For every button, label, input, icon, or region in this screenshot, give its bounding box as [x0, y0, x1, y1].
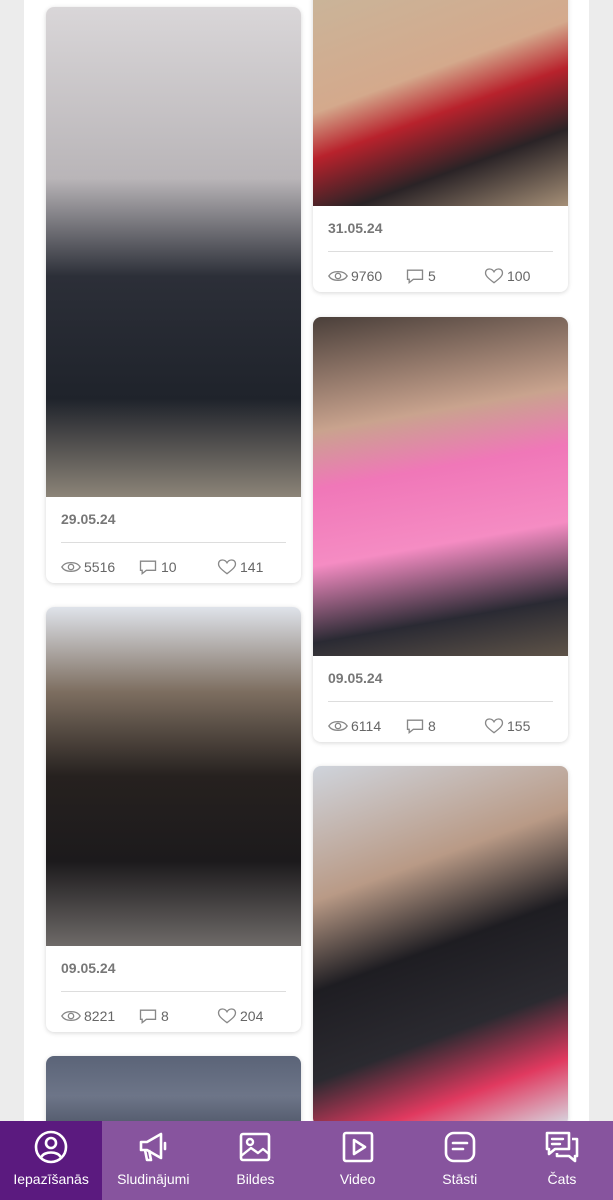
comments-stat[interactable]: 5	[405, 267, 436, 285]
likes-count: 204	[240, 1008, 264, 1024]
divider	[61, 991, 286, 992]
divider	[328, 701, 553, 702]
nav-item-chat[interactable]: Čats	[511, 1121, 613, 1200]
nav-item-stories[interactable]: Stāsti	[409, 1121, 511, 1200]
megaphone-icon	[139, 1132, 167, 1162]
photo-thumbnail[interactable]	[46, 7, 301, 497]
eye-icon	[61, 561, 81, 573]
post-date: 29.05.24	[61, 511, 116, 527]
views-stat: 8221	[61, 1007, 115, 1025]
stories-icon	[444, 1131, 476, 1163]
post-date: 31.05.24	[328, 220, 383, 236]
comments-count: 5	[428, 268, 436, 284]
likes-stat[interactable]: 100	[484, 267, 530, 285]
comments-stat[interactable]: 10	[138, 558, 177, 576]
comment-icon	[139, 1009, 157, 1025]
nav-label: Bildes	[236, 1171, 275, 1187]
bottom-navigation: Iepazīšanās Sludinājumi Bildes Video Stā…	[0, 1121, 613, 1200]
views-count: 9760	[351, 268, 383, 284]
photo-card[interactable]: 31.05.24 9760 5 100	[313, 0, 568, 292]
nav-label: Video	[339, 1171, 376, 1187]
nav-item-dating[interactable]: Iepazīšanās	[0, 1121, 103, 1200]
heart-icon	[217, 1008, 237, 1024]
chat-icon	[545, 1131, 579, 1163]
nav-item-pictures[interactable]: Bildes	[204, 1121, 306, 1200]
photo-card[interactable]: 29.05.24 5516 10 141	[46, 7, 301, 583]
photo-thumbnail[interactable]	[313, 317, 568, 656]
image-icon	[240, 1132, 271, 1162]
photo-thumbnail[interactable]	[46, 607, 301, 946]
views-stat: 6114	[328, 717, 381, 735]
comments-count: 10	[161, 559, 177, 575]
comment-icon	[406, 269, 424, 285]
comments-stat[interactable]: 8	[405, 717, 436, 735]
comments-count: 8	[161, 1008, 169, 1024]
heart-icon	[484, 718, 504, 734]
likes-count: 155	[507, 718, 531, 734]
nav-item-ads[interactable]: Sludinājumi	[102, 1121, 204, 1200]
views-stat: 9760	[328, 267, 382, 285]
photo-thumbnail[interactable]	[313, 0, 568, 206]
heart-icon	[217, 559, 237, 575]
likes-stat[interactable]: 204	[217, 1007, 263, 1025]
divider	[328, 251, 553, 252]
photo-card[interactable]: 09.05.24 6114 8 155	[313, 317, 568, 742]
comment-icon	[406, 719, 424, 735]
views-stat: 5516	[61, 558, 115, 576]
nav-label: Sludinājumi	[117, 1171, 190, 1187]
views-count: 5516	[84, 559, 116, 575]
nav-label: Stāsti	[442, 1171, 478, 1187]
post-date: 09.05.24	[61, 960, 116, 976]
comment-icon	[139, 560, 157, 576]
eye-icon	[61, 1010, 81, 1022]
eye-icon	[328, 720, 348, 732]
post-date: 09.05.24	[328, 670, 383, 686]
nav-label: Čats	[547, 1171, 577, 1187]
video-icon	[342, 1131, 373, 1163]
views-count: 8221	[84, 1008, 116, 1024]
eye-icon	[328, 270, 348, 282]
nav-label: Iepazīšanās	[13, 1171, 89, 1187]
photo-feed: 29.05.24 5516 10 141 31.05.24 9760 5 100…	[24, 0, 589, 1200]
comments-stat[interactable]: 8	[138, 1007, 169, 1025]
views-count: 6114	[351, 718, 382, 734]
comments-count: 8	[428, 718, 436, 734]
likes-stat[interactable]: 141	[217, 558, 263, 576]
photo-thumbnail[interactable]	[313, 766, 568, 1126]
likes-stat[interactable]: 155	[484, 717, 530, 735]
heart-icon	[484, 268, 504, 284]
likes-count: 141	[240, 559, 264, 575]
nav-item-video[interactable]: Video	[307, 1121, 409, 1200]
likes-count: 100	[507, 268, 531, 284]
photo-card[interactable]: 09.05.24 8221 8 204	[46, 607, 301, 1032]
profile-icon	[34, 1130, 68, 1164]
divider	[61, 542, 286, 543]
photo-card[interactable]	[313, 766, 568, 1126]
